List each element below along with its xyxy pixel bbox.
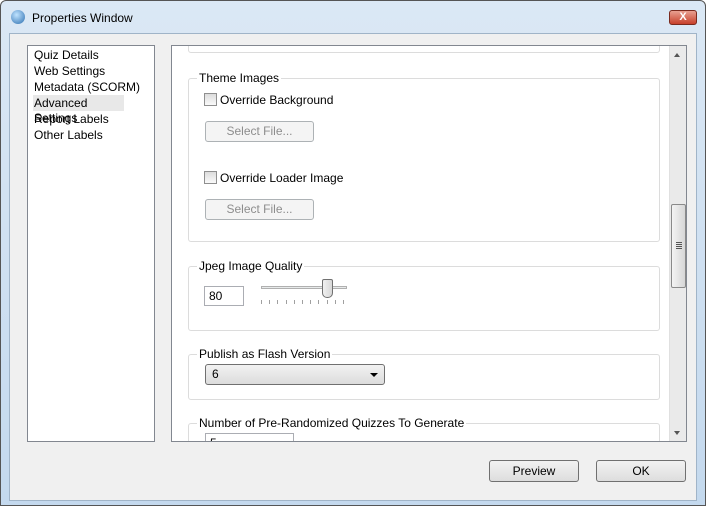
previous-group (188, 46, 660, 53)
jpeg-quality-input[interactable]: 80 (204, 286, 244, 306)
slider-tick (343, 300, 344, 304)
pre-randomized-group: Number of Pre-Randomized Quizzes To Gene… (188, 416, 660, 441)
chevron-down-icon (370, 373, 378, 377)
select-background-file-button[interactable]: Select File... (205, 121, 314, 142)
slider-tick (261, 300, 262, 304)
slider-tick (318, 300, 320, 304)
nav-item-metadata[interactable]: Metadata (SCORM) (28, 79, 154, 95)
slider-tick (334, 300, 336, 304)
pre-randomized-title: Number of Pre-Randomized Quizzes To Gene… (197, 416, 467, 430)
scroll-up-arrow-icon[interactable] (674, 53, 680, 57)
slider-tick (310, 300, 312, 304)
client-area: Quiz Details Web Settings Metadata (SCOR… (9, 33, 697, 501)
jpeg-quality-title: Jpeg Image Quality (197, 259, 305, 273)
slider-thumb[interactable] (321, 279, 333, 298)
flash-version-title: Publish as Flash Version (197, 347, 333, 361)
grip-icon (676, 242, 682, 243)
nav-item-web-settings[interactable]: Web Settings (28, 63, 154, 79)
slider-tick (269, 300, 271, 304)
grip-line (676, 248, 682, 249)
override-loader-label[interactable]: Override Loader Image (220, 171, 343, 185)
close-button[interactable]: X (669, 10, 697, 25)
scroll-down-arrow-icon[interactable] (674, 431, 680, 435)
grip-line (676, 244, 682, 245)
app-icon (11, 10, 25, 24)
window-title: Properties Window (32, 11, 133, 25)
slider-tick (302, 300, 303, 304)
flash-version-select[interactable]: 6 (205, 364, 385, 385)
nav-item-report-labels[interactable]: Report Labels (28, 111, 154, 127)
pre-randomized-input[interactable]: 5 (205, 433, 294, 441)
slider-tick (277, 300, 279, 304)
override-background-label[interactable]: Override Background (220, 93, 333, 107)
flash-version-value: 6 (212, 367, 219, 381)
override-loader-checkbox[interactable] (204, 171, 217, 184)
nav-item-other-labels[interactable]: Other Labels (28, 127, 154, 143)
theme-images-group: Theme Images Override Background Select … (188, 71, 660, 242)
slider-tick (326, 300, 328, 304)
jpeg-quality-group: Jpeg Image Quality 80 (188, 259, 660, 331)
scrollbar-thumb[interactable] (671, 204, 686, 288)
grip-line (676, 246, 682, 247)
vertical-scrollbar[interactable] (669, 46, 686, 441)
slider-tick (293, 300, 295, 304)
slider-tick (285, 300, 287, 304)
preview-button[interactable]: Preview (489, 460, 579, 482)
properties-window: Properties Window X Quiz Details Web Set… (0, 0, 706, 506)
jpeg-quality-slider[interactable] (261, 279, 347, 298)
select-loader-file-button[interactable]: Select File... (205, 199, 314, 220)
nav-item-advanced-settings[interactable]: Advanced Settings (33, 95, 124, 125)
ok-button[interactable]: OK (596, 460, 686, 482)
flash-version-group: Publish as Flash Version 6 (188, 347, 660, 400)
nav-item-quiz-details[interactable]: Quiz Details (28, 47, 154, 63)
theme-images-title: Theme Images (197, 71, 282, 85)
title-bar: Properties Window X (1, 1, 705, 33)
override-background-checkbox[interactable] (204, 93, 217, 106)
settings-nav-list[interactable]: Quiz Details Web Settings Metadata (SCOR… (27, 45, 155, 442)
settings-panel: Theme Images Override Background Select … (171, 45, 687, 442)
